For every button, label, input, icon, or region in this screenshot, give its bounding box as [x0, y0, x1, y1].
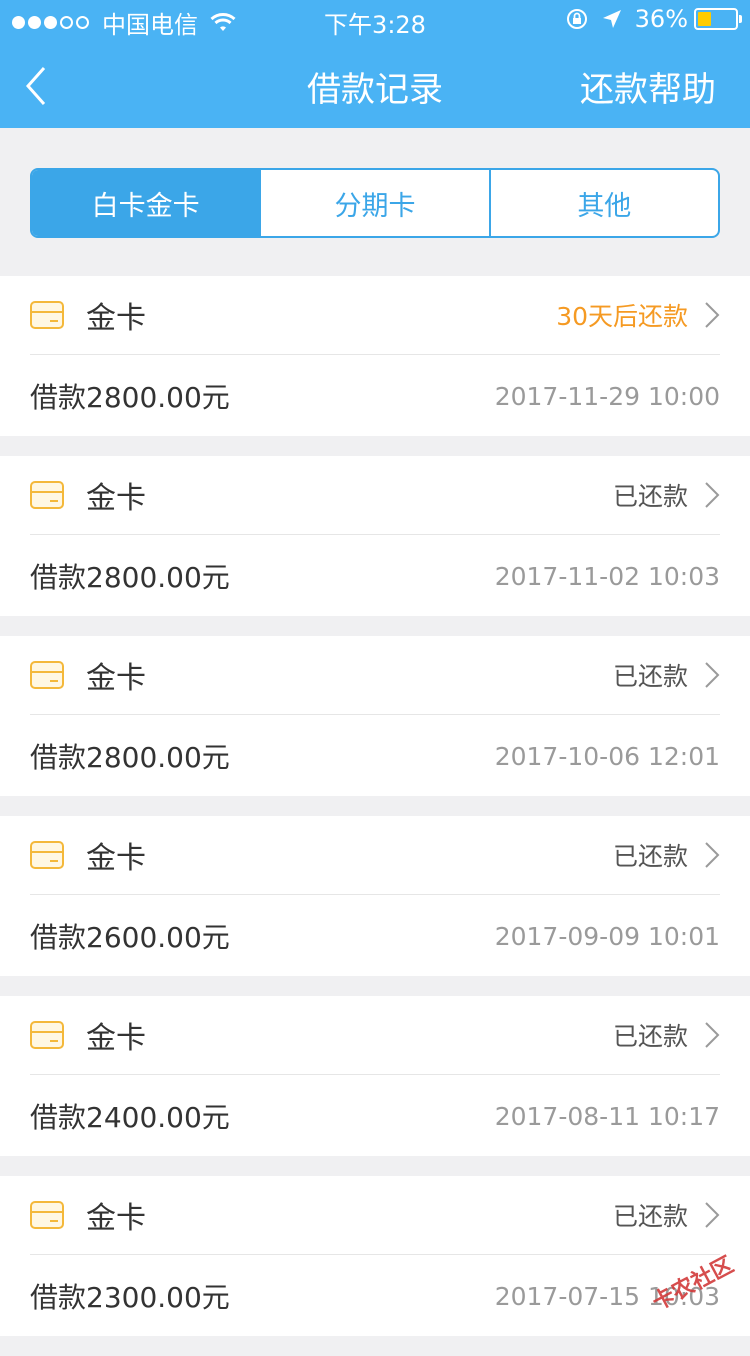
chevron-right-icon	[704, 661, 720, 689]
repay-status: 已还款	[613, 1197, 688, 1233]
loan-record[interactable]: 金卡 30天后还款 借款2800.00元 2017-11-29 10:00	[0, 276, 750, 436]
tab-white-gold-card[interactable]: 白卡金卡	[32, 170, 259, 236]
card-icon	[30, 1201, 64, 1229]
status-bar: 中国电信 下午3:28 36%	[0, 0, 750, 40]
chevron-right-icon	[704, 1201, 720, 1229]
loan-time: 2017-11-02 10:03	[495, 562, 720, 591]
status-right: 36%	[565, 5, 738, 33]
card-icon	[30, 301, 64, 329]
repay-status: 已还款	[613, 837, 688, 873]
record-detail: 借款2800.00元 2017-10-06 12:01	[30, 716, 720, 796]
repay-status: 已还款	[613, 657, 688, 693]
repay-status: 已还款	[613, 477, 688, 513]
card-icon	[30, 661, 64, 689]
loan-record-list: 金卡 30天后还款 借款2800.00元 2017-11-29 10:00 金卡…	[0, 276, 750, 1356]
card-name: 金卡	[86, 1193, 146, 1237]
nav-bar: 借款记录 还款帮助	[0, 40, 750, 128]
chevron-right-icon	[704, 1021, 720, 1049]
record-header: 金卡 30天后还款	[30, 276, 720, 355]
card-type-tabs: 白卡金卡 分期卡 其他	[30, 168, 720, 238]
loan-amount: 借款2300.00元	[30, 1276, 230, 1316]
card-name: 金卡	[86, 1013, 146, 1057]
repay-status: 30天后还款	[556, 297, 688, 333]
battery-icon	[694, 8, 738, 30]
battery-percent: 36%	[635, 5, 688, 33]
card-name: 金卡	[86, 293, 146, 337]
record-header: 金卡 已还款	[30, 1176, 720, 1255]
loan-time: 2017-11-29 10:00	[495, 382, 720, 411]
record-header: 金卡 已还款	[30, 636, 720, 715]
card-name: 金卡	[86, 833, 146, 877]
record-header: 金卡 已还款	[30, 996, 720, 1075]
card-name: 金卡	[86, 473, 146, 517]
tab-other[interactable]: 其他	[489, 170, 718, 236]
loan-record[interactable]: 金卡 已还款 借款2600.00元 2017-09-09 10:01	[0, 816, 750, 976]
loan-amount: 借款2600.00元	[30, 916, 230, 956]
card-icon	[30, 481, 64, 509]
record-header: 金卡 已还款	[30, 456, 720, 535]
card-icon	[30, 841, 64, 869]
record-detail: 借款2600.00元 2017-09-09 10:01	[30, 896, 720, 976]
rotation-lock-icon	[565, 7, 589, 31]
repay-help-button[interactable]: 还款帮助	[580, 62, 716, 111]
battery-fill	[698, 12, 711, 26]
loan-time: 2017-09-09 10:01	[495, 922, 720, 951]
loan-amount: 借款2400.00元	[30, 1096, 230, 1136]
record-detail: 借款2400.00元 2017-08-11 10:17	[30, 1076, 720, 1156]
record-header: 金卡 已还款	[30, 816, 720, 895]
loan-record[interactable]: 金卡 已还款 借款2400.00元 2017-08-11 10:17	[0, 996, 750, 1156]
record-detail: 借款2800.00元 2017-11-02 10:03	[30, 536, 720, 616]
loan-time: 2017-08-11 10:17	[495, 1102, 720, 1131]
loan-record[interactable]: 金卡 已还款 借款2800.00元 2017-11-02 10:03	[0, 456, 750, 616]
loan-record[interactable]: 金卡 已还款 借款2800.00元 2017-10-06 12:01	[0, 636, 750, 796]
card-name: 金卡	[86, 653, 146, 697]
record-detail: 借款2800.00元 2017-11-29 10:00	[30, 356, 720, 436]
loan-record[interactable]: 金卡 已还款 借款2300.00元 2017-07-15 10:03	[0, 1176, 750, 1336]
chevron-right-icon	[704, 301, 720, 329]
record-detail: 借款2300.00元 2017-07-15 10:03	[30, 1256, 720, 1336]
loan-time: 2017-10-06 12:01	[495, 742, 720, 771]
loan-amount: 借款2800.00元	[30, 736, 230, 776]
loan-amount: 借款2800.00元	[30, 556, 230, 596]
repay-status: 已还款	[613, 1017, 688, 1053]
chevron-right-icon	[704, 481, 720, 509]
loan-amount: 借款2800.00元	[30, 376, 230, 416]
location-arrow-icon	[601, 8, 623, 30]
card-icon	[30, 1021, 64, 1049]
chevron-right-icon	[704, 841, 720, 869]
tab-installment-card[interactable]: 分期卡	[259, 170, 488, 236]
